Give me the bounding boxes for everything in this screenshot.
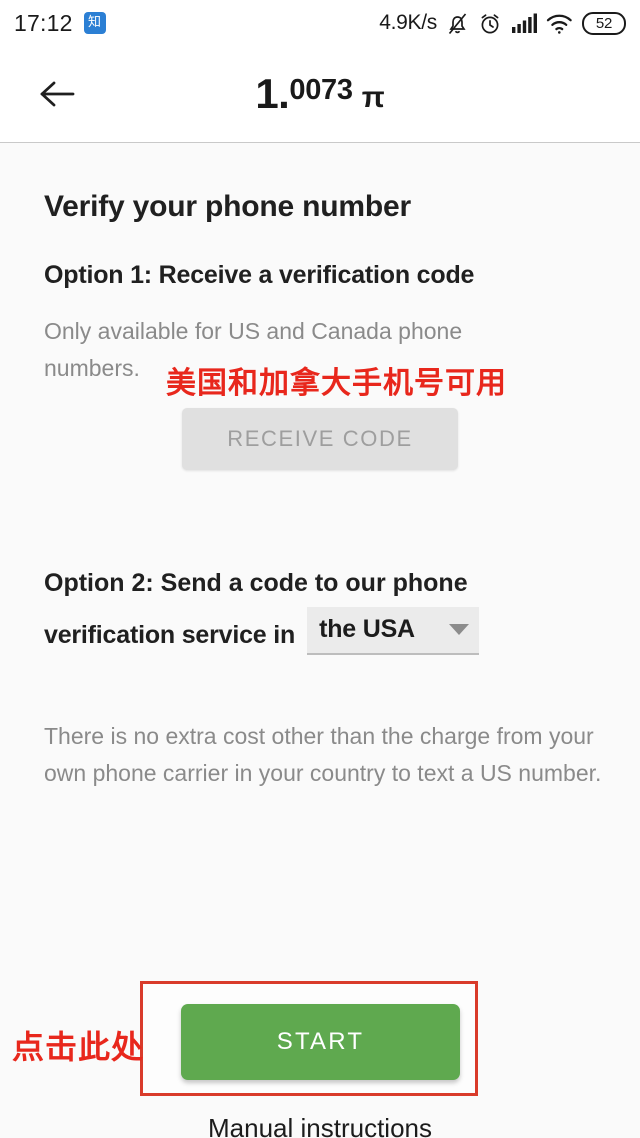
signal-bars-icon [512, 13, 537, 33]
receive-code-button[interactable]: RECEIVE CODE [182, 408, 458, 470]
app-title-integer: 1. [255, 70, 290, 117]
app-title-decimals: 0073 [289, 74, 353, 106]
wifi-icon [546, 14, 572, 34]
zhihu-app-badge-icon: 知 [83, 12, 106, 34]
option1-heading: Option 1: Receive a verification code [44, 261, 475, 289]
annotation-option1-cn: 美国和加拿大手机号可用 [166, 366, 507, 401]
battery-level-label: 52 [595, 14, 613, 32]
page-title: Verify your phone number [44, 190, 411, 223]
chevron-down-icon [449, 624, 470, 636]
app-title: 1. 0073 π [0, 70, 640, 118]
bell-muted-icon [448, 12, 467, 34]
network-speed-label: 4.9K/s [379, 11, 437, 34]
option2-heading-line2: verification service in [44, 621, 296, 649]
pi-symbol-icon: π [361, 81, 385, 114]
phone-screen: 17:12 知 4.9K/s 52 1. 0073 π Verify your … [0, 0, 640, 1138]
battery-indicator-icon: 52 [582, 11, 626, 35]
manual-instructions-link[interactable]: Manual instructions [0, 1113, 640, 1138]
status-bar: 17:12 知 4.9K/s 52 [0, 0, 640, 46]
option2-note: There is no extra cost other than the ch… [44, 723, 602, 787]
option2-heading-block: Option 2: Send a code to our phone verif… [44, 564, 596, 655]
app-header: 1. 0073 π [0, 46, 640, 143]
annotation-click-here-cn: 点击此处 [12, 1028, 145, 1066]
alarm-clock-icon [481, 13, 499, 33]
status-bar-clock: 17:12 [14, 9, 73, 36]
option2-heading-line1: Option 2: Send a code to our phone [44, 569, 468, 597]
main-content: Verify your phone number Option 1: Recei… [0, 144, 640, 1138]
start-button[interactable]: START [181, 1004, 460, 1080]
country-select[interactable]: the USA [307, 606, 480, 655]
country-select-value: the USA [319, 615, 415, 644]
status-bar-right-group: 4.9K/s 52 [379, 11, 626, 36]
option2-heading-line2-row: verification service in the USA [44, 606, 596, 655]
